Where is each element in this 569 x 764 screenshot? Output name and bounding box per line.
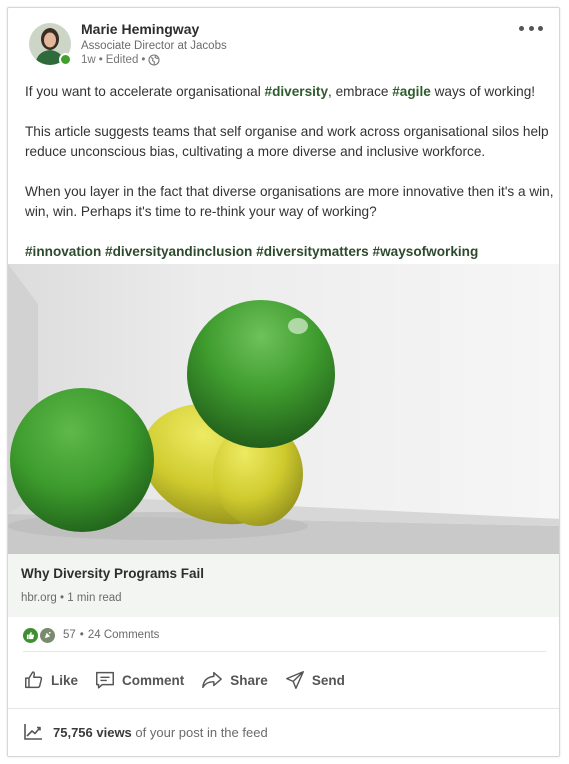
comment-label: Comment xyxy=(122,672,185,688)
views-text: 75,756 views of your post in the feed xyxy=(53,725,268,740)
post-text-segment: If you want to accelerate organisational xyxy=(25,84,265,99)
post-paragraph-3: When you layer in the fact that diverse … xyxy=(25,184,554,219)
article-source: hbr.org • 1 min read xyxy=(21,592,122,604)
post-header: Marie Hemingway Associate Director at Ja… xyxy=(8,8,559,78)
share-icon xyxy=(202,671,223,689)
hashtag-diversity[interactable]: #diversity xyxy=(265,84,328,99)
globe-icon xyxy=(148,54,160,66)
post-views[interactable]: 75,756 views of your post in the feed xyxy=(23,722,268,742)
more-dot xyxy=(538,25,543,31)
divider xyxy=(8,708,559,709)
online-status-dot xyxy=(59,53,72,66)
post-actions: Like Comment Share Send xyxy=(23,663,361,697)
avatar[interactable] xyxy=(29,23,72,66)
more-dot xyxy=(528,25,534,31)
meta-separator: • xyxy=(60,592,65,604)
post-hashtags[interactable]: #innovation #diversityandinclusion #dive… xyxy=(25,242,555,262)
comments-count[interactable]: 24 Comments xyxy=(88,629,160,641)
analytics-trend-icon xyxy=(24,724,42,740)
send-icon xyxy=(285,671,304,689)
article-read-time: 1 min read xyxy=(67,592,122,604)
post-paragraph-2: This article suggests teams that self or… xyxy=(25,124,549,159)
share-button[interactable]: Share xyxy=(200,669,268,691)
post-text: If you want to accelerate organisational… xyxy=(25,82,555,262)
more-dot xyxy=(519,25,524,31)
meta-separator: • xyxy=(98,54,103,66)
share-label: Share xyxy=(230,672,268,688)
author-name[interactable]: Marie Hemingway xyxy=(81,21,199,37)
like-label: Like xyxy=(51,672,79,688)
celebrate-icon[interactable] xyxy=(40,627,55,643)
comment-icon xyxy=(96,671,114,689)
hashtag-agile[interactable]: #agile xyxy=(392,84,431,99)
like-button[interactable]: Like xyxy=(23,669,78,691)
article-title[interactable]: Why Diversity Programs Fail xyxy=(21,566,204,581)
divider xyxy=(23,651,546,652)
reaction-count[interactable]: 57 xyxy=(63,629,76,641)
more-options-icon[interactable] xyxy=(519,22,543,34)
post-paragraph-1: If you want to accelerate organisational… xyxy=(25,82,555,102)
author-headline: Associate Director at Jacobs xyxy=(81,40,227,52)
article-domain: hbr.org xyxy=(21,592,57,604)
views-suffix: of your post in the feed xyxy=(135,724,268,740)
post-text-segment: ways of working! xyxy=(430,84,536,99)
views-count: 75,756 views xyxy=(53,724,132,740)
social-counts: 57 • 24 Comments xyxy=(23,625,159,645)
meta-separator: • xyxy=(79,629,84,641)
post-meta: 1w • Edited • xyxy=(81,54,160,66)
article-link[interactable]: Why Diversity Programs Fail hbr.org • 1 … xyxy=(8,554,559,617)
edited-label: Edited xyxy=(105,54,139,66)
post-time: 1w xyxy=(81,54,96,66)
meta-separator: • xyxy=(141,54,146,66)
send-label: Send xyxy=(311,672,345,688)
post-text-segment: , embrace xyxy=(328,84,393,99)
comment-button[interactable]: Comment xyxy=(94,669,184,691)
thumbs-up-icon xyxy=(25,671,43,689)
send-button[interactable]: Send xyxy=(284,669,345,691)
like-icon[interactable] xyxy=(23,627,38,643)
article-image[interactable] xyxy=(8,264,559,554)
feed-post-card: Marie Hemingway Associate Director at Ja… xyxy=(7,7,560,757)
